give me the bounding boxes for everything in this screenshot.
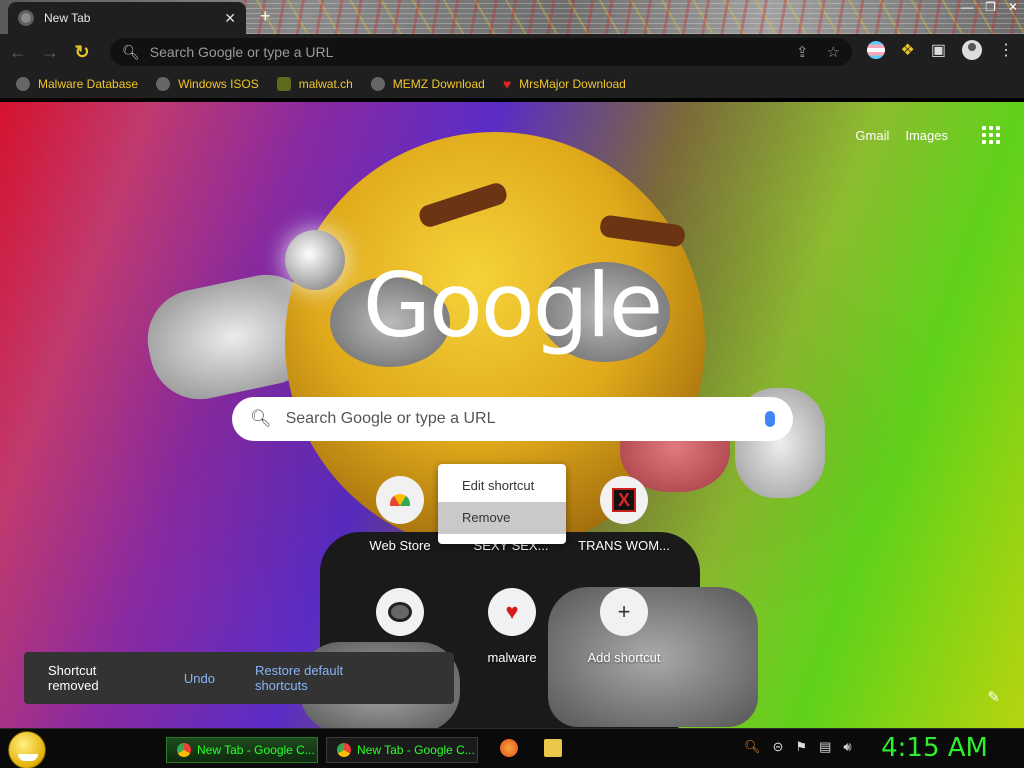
globe-icon bbox=[16, 77, 30, 91]
extensions-puzzle-icon[interactable]: ❖ bbox=[901, 40, 915, 60]
close-window-button[interactable]: ✕ bbox=[1008, 0, 1018, 14]
voice-search-icon[interactable] bbox=[765, 411, 775, 427]
remove-shortcut-menu-item[interactable]: Remove bbox=[438, 502, 566, 534]
taskbar-task-label: New Tab - Google C... bbox=[197, 743, 315, 757]
bookmark-label: Malware Database bbox=[38, 77, 139, 91]
omnibox[interactable]: 🔍︎ Search Google or type a URL ⇪ ☆ bbox=[110, 38, 852, 66]
bookmark-star-icon[interactable]: ☆ bbox=[827, 43, 840, 61]
forward-button[interactable]: → bbox=[36, 42, 64, 63]
browser-menu-icon[interactable]: ⋮ bbox=[998, 40, 1014, 60]
minus-circle-icon[interactable]: ⊝ bbox=[773, 739, 784, 755]
back-button[interactable]: ← bbox=[4, 42, 32, 63]
flag-notification-icon[interactable]: ⚑ bbox=[795, 739, 807, 755]
ghost-icon bbox=[276, 77, 291, 91]
taskbar-task-label: New Tab - Google C... bbox=[357, 743, 475, 757]
system-tray: 🔍︎ ⊝ ⚑ ▤ 🔊︎ bbox=[744, 739, 852, 755]
shortcut-tile: + bbox=[600, 588, 648, 636]
bookmark-label: malwat.ch bbox=[298, 77, 353, 91]
plus-icon: + bbox=[617, 599, 631, 624]
reload-button[interactable]: ↻ bbox=[68, 42, 96, 63]
bookmarks-bar: Malware Database Windows ISOS malwat.ch … bbox=[0, 70, 1024, 100]
undo-button[interactable]: Undo bbox=[184, 671, 215, 686]
images-link[interactable]: Images bbox=[905, 128, 948, 143]
customize-pencil-icon[interactable]: ✎ bbox=[987, 688, 1000, 706]
chrome-icon bbox=[337, 743, 351, 757]
google-logo: Google bbox=[362, 254, 663, 357]
edit-shortcut-menu-item[interactable]: Edit shortcut bbox=[438, 470, 566, 502]
chrome-icon bbox=[177, 743, 191, 757]
browser-toolbar: ← → ↻ 🔍︎ Search Google or type a URL ⇪ ☆… bbox=[0, 34, 1024, 70]
heart-icon: ♥ bbox=[502, 76, 512, 92]
bookmark-malware-database[interactable]: Malware Database bbox=[16, 77, 138, 91]
ntp-search-box[interactable]: 🔍︎ Search Google or type a URL bbox=[232, 397, 793, 441]
bookmark-windows-isos[interactable]: Windows ISOS bbox=[156, 77, 259, 91]
trans-flag-extension-icon[interactable] bbox=[866, 41, 885, 59]
bookmark-memz-download[interactable]: MEMZ Download bbox=[370, 77, 485, 91]
share-icon[interactable]: ⇪ bbox=[796, 43, 809, 61]
shortcut-add[interactable]: + Add shortcut bbox=[568, 588, 680, 665]
omnibox-placeholder: Search Google or type a URL bbox=[149, 44, 334, 60]
window-titlebar-art bbox=[244, 0, 1024, 34]
ntp-top-links: Gmail Images bbox=[855, 126, 1000, 144]
firefox-icon[interactable] bbox=[500, 739, 518, 757]
folder-icon[interactable] bbox=[544, 739, 562, 757]
bookmark-malwatch[interactable]: malwat.ch bbox=[276, 77, 353, 91]
gmail-link[interactable]: Gmail bbox=[855, 128, 889, 143]
shortcut-malware[interactable]: ♥ malware bbox=[456, 588, 568, 665]
tab-strip: New Tab ✕ + — ❐ ✕ bbox=[0, 0, 1024, 34]
maximize-button[interactable]: ❐ bbox=[985, 0, 996, 14]
shortcut-label: Add shortcut bbox=[587, 650, 661, 665]
side-panel-icon[interactable]: ▣ bbox=[931, 40, 946, 60]
taskbar: New Tab - Google C... New Tab - Google C… bbox=[0, 728, 1024, 768]
bookmark-label: Windows ISOS bbox=[178, 77, 259, 91]
webstore-tile bbox=[376, 476, 424, 524]
shortcut-trans-wom[interactable]: X TRANS WOM... bbox=[568, 476, 680, 553]
shortcut-tile: ♥ bbox=[488, 588, 536, 636]
minimize-button[interactable]: — bbox=[961, 0, 973, 14]
tab-close-icon[interactable]: ✕ bbox=[224, 10, 236, 27]
screen: New Tab ✕ + — ❐ ✕ ← → ↻ 🔍︎ Search Google… bbox=[0, 0, 1024, 768]
ntp-search-placeholder: Search Google or type a URL bbox=[285, 410, 496, 427]
search-tray-icon[interactable]: 🔍︎ bbox=[744, 739, 761, 755]
toolbar-right: ❖ ▣ ⋮ bbox=[866, 40, 1014, 60]
restore-default-shortcuts-button[interactable]: Restore default shortcuts bbox=[255, 663, 390, 693]
taskbar-clock[interactable]: 4:15 AM bbox=[881, 733, 988, 763]
new-tab-button[interactable]: + bbox=[260, 6, 271, 27]
webstore-icon bbox=[390, 494, 410, 506]
google-apps-icon[interactable] bbox=[982, 126, 1000, 144]
shortcut-raccoon[interactable] bbox=[344, 588, 456, 650]
profile-avatar-icon[interactable] bbox=[962, 40, 982, 60]
shortcut-tile: X bbox=[600, 476, 648, 524]
bookmark-label: MEMZ Download bbox=[392, 77, 485, 91]
window-controls: — ❐ ✕ bbox=[961, 0, 1018, 14]
heart-icon: ♥ bbox=[505, 599, 519, 624]
raccoon-icon bbox=[388, 602, 412, 622]
shortcut-label: TRANS WOM... bbox=[578, 538, 670, 553]
shortcut-removed-toast: Shortcut removed Undo Restore default sh… bbox=[24, 652, 454, 704]
taskbar-task-chrome[interactable]: New Tab - Google C... bbox=[166, 737, 318, 763]
bookmark-label: MrsMajor Download bbox=[519, 77, 626, 91]
shortcut-tile bbox=[376, 588, 424, 636]
start-smiley-icon[interactable] bbox=[8, 731, 46, 768]
bookmark-mrsmajor-download[interactable]: ♥ MrsMajor Download bbox=[503, 76, 626, 92]
network-icon[interactable]: ▤ bbox=[819, 739, 831, 755]
taskbar-task-chrome[interactable]: New Tab - Google C... bbox=[326, 737, 478, 763]
browser-tab[interactable]: New Tab ✕ bbox=[8, 2, 246, 34]
search-icon: 🔍︎ bbox=[122, 43, 140, 60]
globe-icon bbox=[370, 77, 385, 91]
new-tab-page: Gmail Images Google 🔍︎ Search Google or … bbox=[0, 102, 1024, 728]
toast-message: Shortcut removed bbox=[48, 663, 99, 693]
x-icon: X bbox=[612, 488, 636, 512]
shortcut-context-menu: Edit shortcut Remove bbox=[438, 464, 566, 544]
shortcut-label: malware bbox=[487, 650, 537, 665]
volume-icon[interactable]: 🔊︎ bbox=[843, 739, 851, 755]
new-tab-favicon-icon bbox=[18, 10, 34, 26]
globe-icon bbox=[156, 77, 171, 91]
tab-title: New Tab bbox=[44, 11, 91, 25]
search-icon: 🔍︎ bbox=[250, 409, 272, 428]
